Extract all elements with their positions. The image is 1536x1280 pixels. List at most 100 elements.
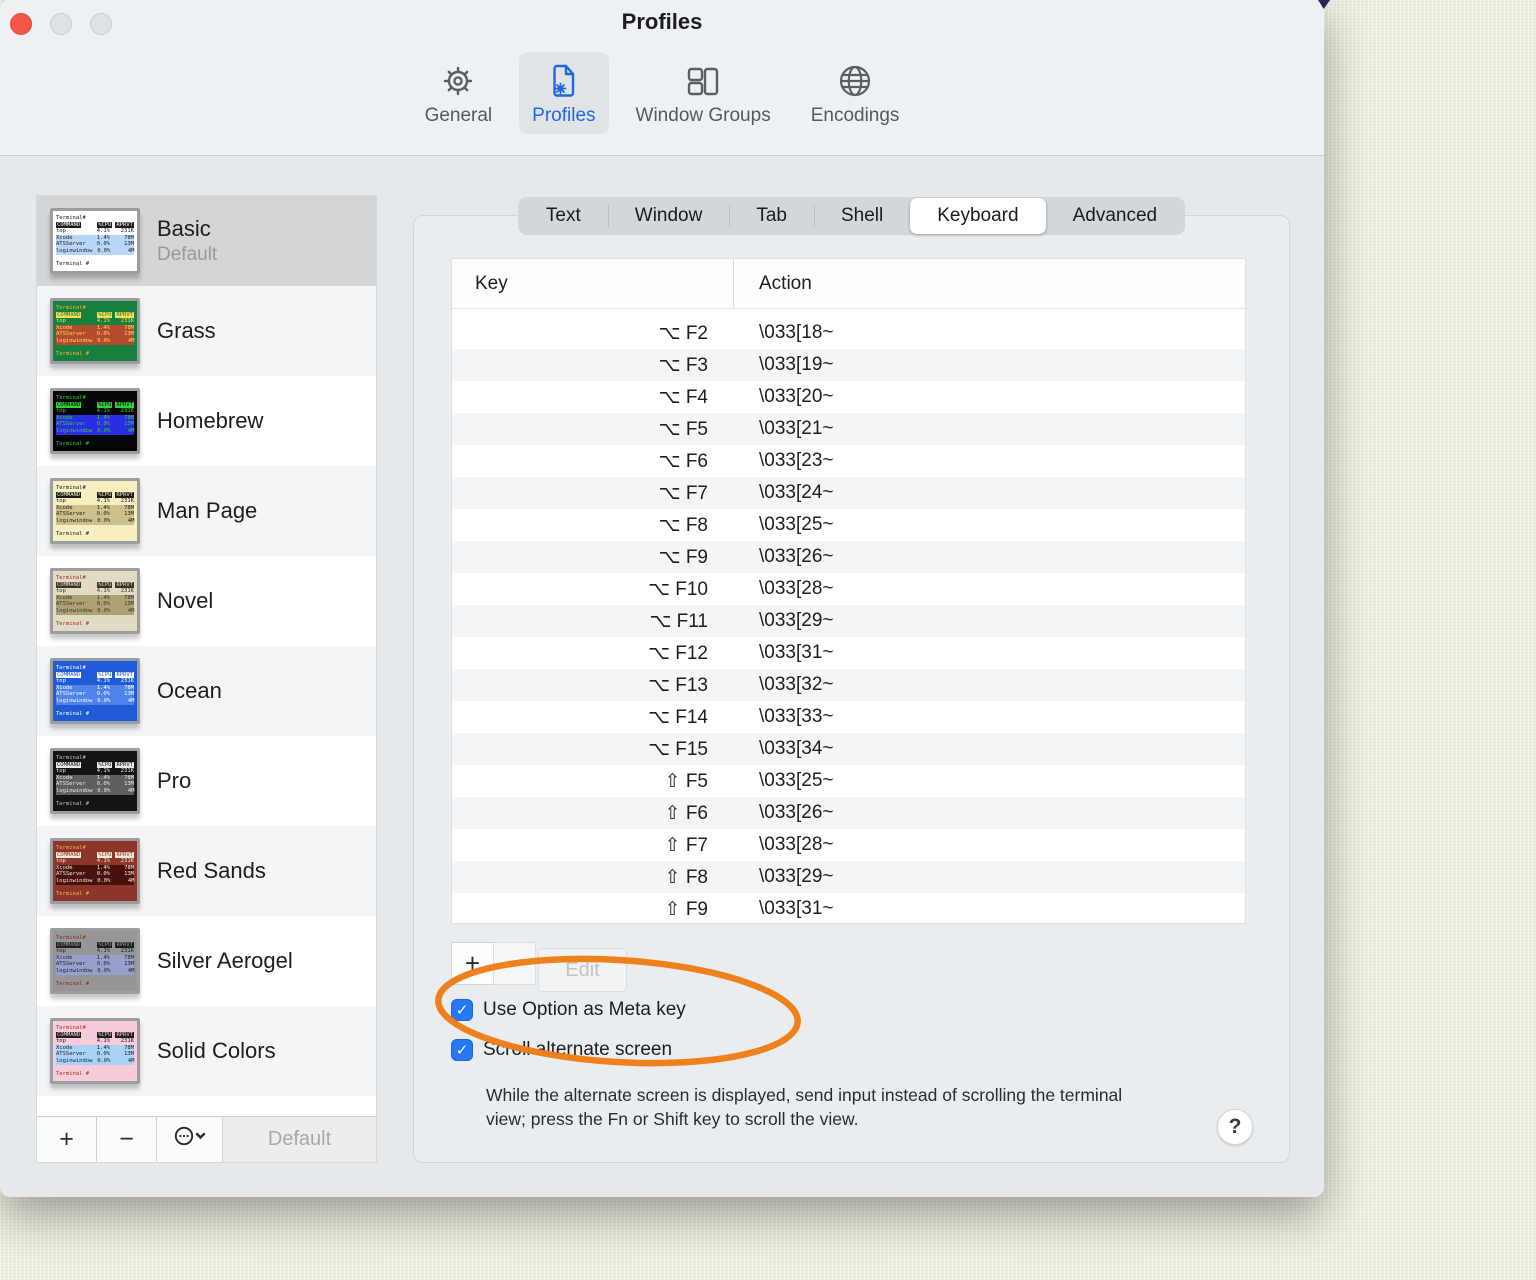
table-row[interactable]: ⌥ F3 \033[19~ [452,349,1245,381]
window-title: Profiles [621,9,703,34]
column-header-action[interactable]: Action [734,273,812,295]
table-row[interactable]: ⌥ F14 \033[33~ [452,701,1245,733]
profile-row-basic[interactable]: Terminal# COMMAND %CPU RPRVT top 4.1% 231K Xcod… [37,196,376,286]
add-key-button[interactable]: + [451,942,494,985]
profile-thumbnail: Terminal# COMMAND %CPU RPRVT top 4.1% 231K Xcod… [50,208,142,274]
profile-row-solid-colors[interactable]: Terminal# COMMAND %CPU RPRVT top 4.1% 231K Xcod… [37,1006,376,1096]
desktop-background: Profiles General Profiles Window Groups … [0,0,1536,1280]
table-row[interactable]: ⇧ F9 \033[31~ [452,893,1245,925]
table-row[interactable]: ⌥ F13 \033[32~ [452,669,1245,701]
table-row[interactable]: ⌥ F6 \033[23~ [452,445,1245,477]
action-cell: \033[26~ [759,802,834,823]
action-cell: \033[25~ [759,514,834,535]
profile-sidebar: Terminal# COMMAND %CPU RPRVT top 4.1% 231K Xcod… [36,195,377,1163]
tab-text[interactable]: Text [519,198,608,234]
table-body: ⌥ F2 \033[18~ ⌥ F3 \033[19~ ⌥ F4 \033[20~ ⌥ F5… [452,309,1245,925]
default-button: Default [223,1117,376,1162]
globe-icon [835,61,875,101]
toolbar: General Profiles Window Groups Encodings [0,52,1324,134]
table-row[interactable]: ⇧ F8 \033[29~ [452,861,1245,893]
key-mapping-table: Key Action ⌥ F2 \033[18~ ⌥ F3 \033[19~ ⌥ F4 \… [451,258,1246,924]
profile-name: Solid Colors [157,1038,276,1063]
toolbar-item-profiles[interactable]: Profiles [519,52,609,134]
profile-name: Man Page [157,498,258,523]
profile-name: Pro [157,768,192,793]
profile-row-homebrew[interactable]: Terminal# COMMAND %CPU RPRVT top 4.1% 231K Xcod… [37,376,376,466]
table-row[interactable]: ⌥ F12 \033[31~ [452,637,1245,669]
profile-row-ocean[interactable]: Terminal# COMMAND %CPU RPRVT top 4.1% 231K Xcod… [37,646,376,736]
tab-advanced[interactable]: Advanced [1045,198,1185,234]
table-row[interactable]: ⌥ F11 \033[29~ [452,605,1245,637]
action-cell: \033[20~ [759,386,834,407]
table-row[interactable]: ⌥ F9 \033[26~ [452,541,1245,573]
table-row[interactable]: ⇧ F6 \033[26~ [452,797,1245,829]
action-cell: \033[29~ [759,610,834,631]
profile-name: Red Sands [157,858,266,883]
toolbar-item-encodings[interactable]: Encodings [798,52,913,134]
table-row[interactable]: ⌥ F8 \033[25~ [452,509,1245,541]
table-row[interactable]: ⌥ F10 \033[28~ [452,573,1245,605]
profile-row-novel[interactable]: Terminal# COMMAND %CPU RPRVT top 4.1% 231K Xcod… [37,556,376,646]
table-row[interactable]: ⌥ F4 \033[20~ [452,381,1245,413]
edit-key-button: Edit [538,948,627,992]
profile-name: Ocean [157,678,222,703]
titlebar-toolbar-area: Profiles General Profiles Window Groups … [0,0,1324,156]
action-cell: \033[31~ [759,642,834,663]
key-cell: ⌥ F14 [648,706,708,728]
action-cell: \033[31~ [759,898,834,919]
key-cell: ⌥ F13 [648,674,708,696]
tab-shell[interactable]: Shell [813,198,910,234]
profile-name: Silver Aerogel [157,948,293,973]
profile-name: Basic [157,216,211,241]
table-row[interactable]: ⇧ F7 \033[28~ [452,829,1245,861]
key-cell: ⇧ F9 [664,898,708,920]
action-cell: \033[18~ [759,322,834,343]
key-cell: ⌥ F7 [658,482,708,504]
profile-row-silver-aerogel[interactable]: Terminal# COMMAND %CPU RPRVT top 4.1% 231K Xcod… [37,916,376,1006]
table-row[interactable]: ⌥ F5 \033[21~ [452,413,1245,445]
toolbar-item-window-groups[interactable]: Window Groups [623,52,784,134]
add-profile-button[interactable]: + [37,1117,97,1162]
key-cell: ⌥ F10 [648,578,708,600]
tab-keyboard[interactable]: Keyboard [910,198,1046,234]
action-cell: \033[24~ [759,482,834,503]
profile-actions-button[interactable] [157,1117,223,1162]
remove-key-button: − [493,942,536,985]
tab-tab[interactable]: Tab [729,198,814,234]
checkbox-label[interactable]: Use Option as Meta key [483,999,686,1021]
profile-row-red-sands[interactable]: Terminal# COMMAND %CPU RPRVT top 4.1% 231K Xcod… [37,826,376,916]
profile-row-pro[interactable]: Terminal# COMMAND %CPU RPRVT top 4.1% 231K Xcod… [37,736,376,826]
tab-window[interactable]: Window [607,198,730,234]
action-cell: \033[33~ [759,706,834,727]
key-cell: ⌥ F2 [658,322,708,344]
window-groups-icon [683,61,723,101]
table-row[interactable]: ⇧ F5 \033[25~ [452,765,1245,797]
profile-labels: Pro [157,768,191,794]
toolbar-item-label: Window Groups [635,105,771,126]
toolbar-item-general[interactable]: General [412,52,506,134]
remove-profile-button[interactable]: − [97,1117,157,1162]
scroll-alternate-checkbox-row: ✓ Scroll alternate screen [451,1039,672,1061]
table-row[interactable]: ⌥ F15 \033[34~ [452,733,1245,765]
profile-labels: Homebrew [157,408,263,434]
circle-ellipsis-chevron-icon [173,1125,207,1154]
action-cell: \033[26~ [759,546,834,567]
profile-thumbnail: Terminal# COMMAND %CPU RPRVT top 4.1% 231K Xcod… [50,838,142,904]
table-row[interactable]: ⌥ F7 \033[24~ [452,477,1245,509]
profile-row-man-page[interactable]: Terminal# COMMAND %CPU RPRVT top 4.1% 231K Xcod… [37,466,376,556]
help-button[interactable]: ? [1217,1109,1253,1145]
profile-labels: Solid Colors [157,1038,276,1064]
preferences-window: Profiles General Profiles Window Groups … [0,0,1330,1197]
action-cell: \033[34~ [759,738,834,759]
scroll-alternate-checkbox[interactable]: ✓ [451,1039,473,1061]
checkbox-label[interactable]: Scroll alternate screen [483,1039,672,1061]
key-cell: ⌥ F8 [658,514,708,536]
profile-name: Novel [157,588,214,613]
column-header-key[interactable]: Key [452,259,734,308]
action-cell: \033[19~ [759,354,834,375]
key-cell: ⇧ F7 [664,834,708,856]
key-cell: ⌥ F11 [649,610,708,632]
profile-row-grass[interactable]: Terminal# COMMAND %CPU RPRVT top 4.1% 231K Xcod… [37,286,376,376]
table-row[interactable]: ⌥ F2 \033[18~ [452,317,1245,349]
option-meta-checkbox[interactable]: ✓ [451,999,473,1021]
